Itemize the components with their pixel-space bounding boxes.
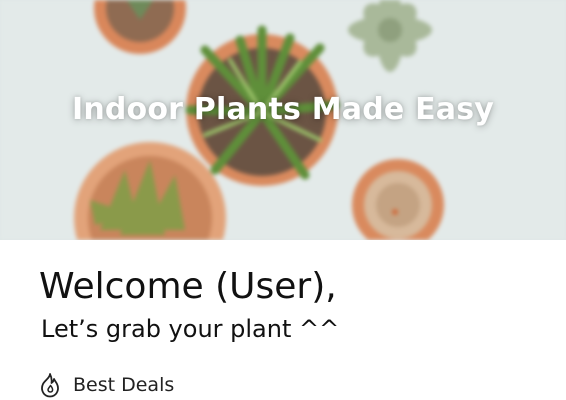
best-deals-section-header[interactable]: Best Deals xyxy=(39,372,174,398)
best-deals-label: Best Deals xyxy=(73,374,175,396)
hero-banner: Indoor Plants Made Easy xyxy=(0,0,566,240)
welcome-subtitle: Let’s grab your plant ^^ xyxy=(41,315,340,343)
flame-icon xyxy=(41,373,59,398)
welcome-heading: Welcome (User), xyxy=(39,266,337,307)
hero-title: Indoor Plants Made Easy xyxy=(71,92,495,127)
